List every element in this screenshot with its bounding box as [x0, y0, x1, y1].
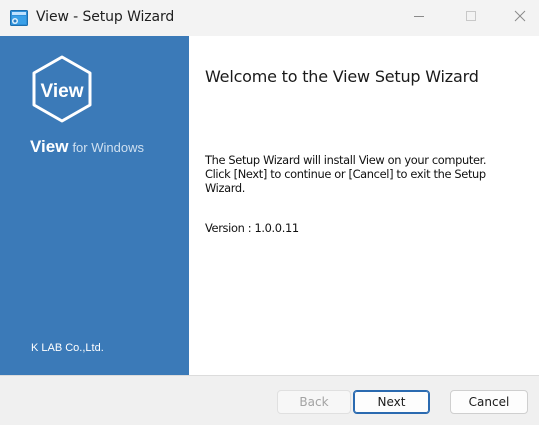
minimize-icon	[413, 9, 425, 27]
close-button[interactable]	[497, 0, 539, 36]
maximize-icon	[465, 9, 477, 27]
wizard-banner: View View for Windows K LAB Co.,Ltd.	[0, 36, 189, 375]
logo-text: View	[41, 81, 84, 102]
cancel-button[interactable]: Cancel	[450, 390, 528, 414]
brand-line: View for Windows	[30, 137, 144, 157]
setup-wizard-window: View - Setup Wizard View View for Window…	[0, 0, 539, 425]
brand-suffix: for Windows	[72, 140, 144, 155]
description-line: Click [Next] to continue or [Cancel] to …	[205, 167, 486, 181]
minimize-button[interactable]	[396, 0, 442, 36]
company-name: K LAB Co.,Ltd.	[31, 342, 104, 354]
description-line: The Setup Wizard will install View on yo…	[205, 153, 487, 167]
window-title: View - Setup Wizard	[36, 9, 175, 25]
title-bar[interactable]: View - Setup Wizard	[0, 0, 539, 36]
brand-name: View	[30, 137, 69, 156]
version-label: Version : 1.0.0.11	[205, 221, 299, 235]
next-button[interactable]: Next	[353, 390, 430, 414]
view-hexagon-logo: View	[27, 54, 97, 124]
maximize-button[interactable]	[448, 0, 494, 36]
button-bar: Back Next Cancel	[0, 375, 539, 425]
description: The Setup Wizard will install View on yo…	[205, 153, 525, 195]
description-line: Wizard.	[205, 181, 246, 195]
close-icon	[514, 9, 526, 27]
back-button[interactable]: Back	[277, 390, 351, 414]
setup-app-icon	[10, 10, 28, 26]
page-title: Welcome to the View Setup Wizard	[205, 67, 479, 86]
